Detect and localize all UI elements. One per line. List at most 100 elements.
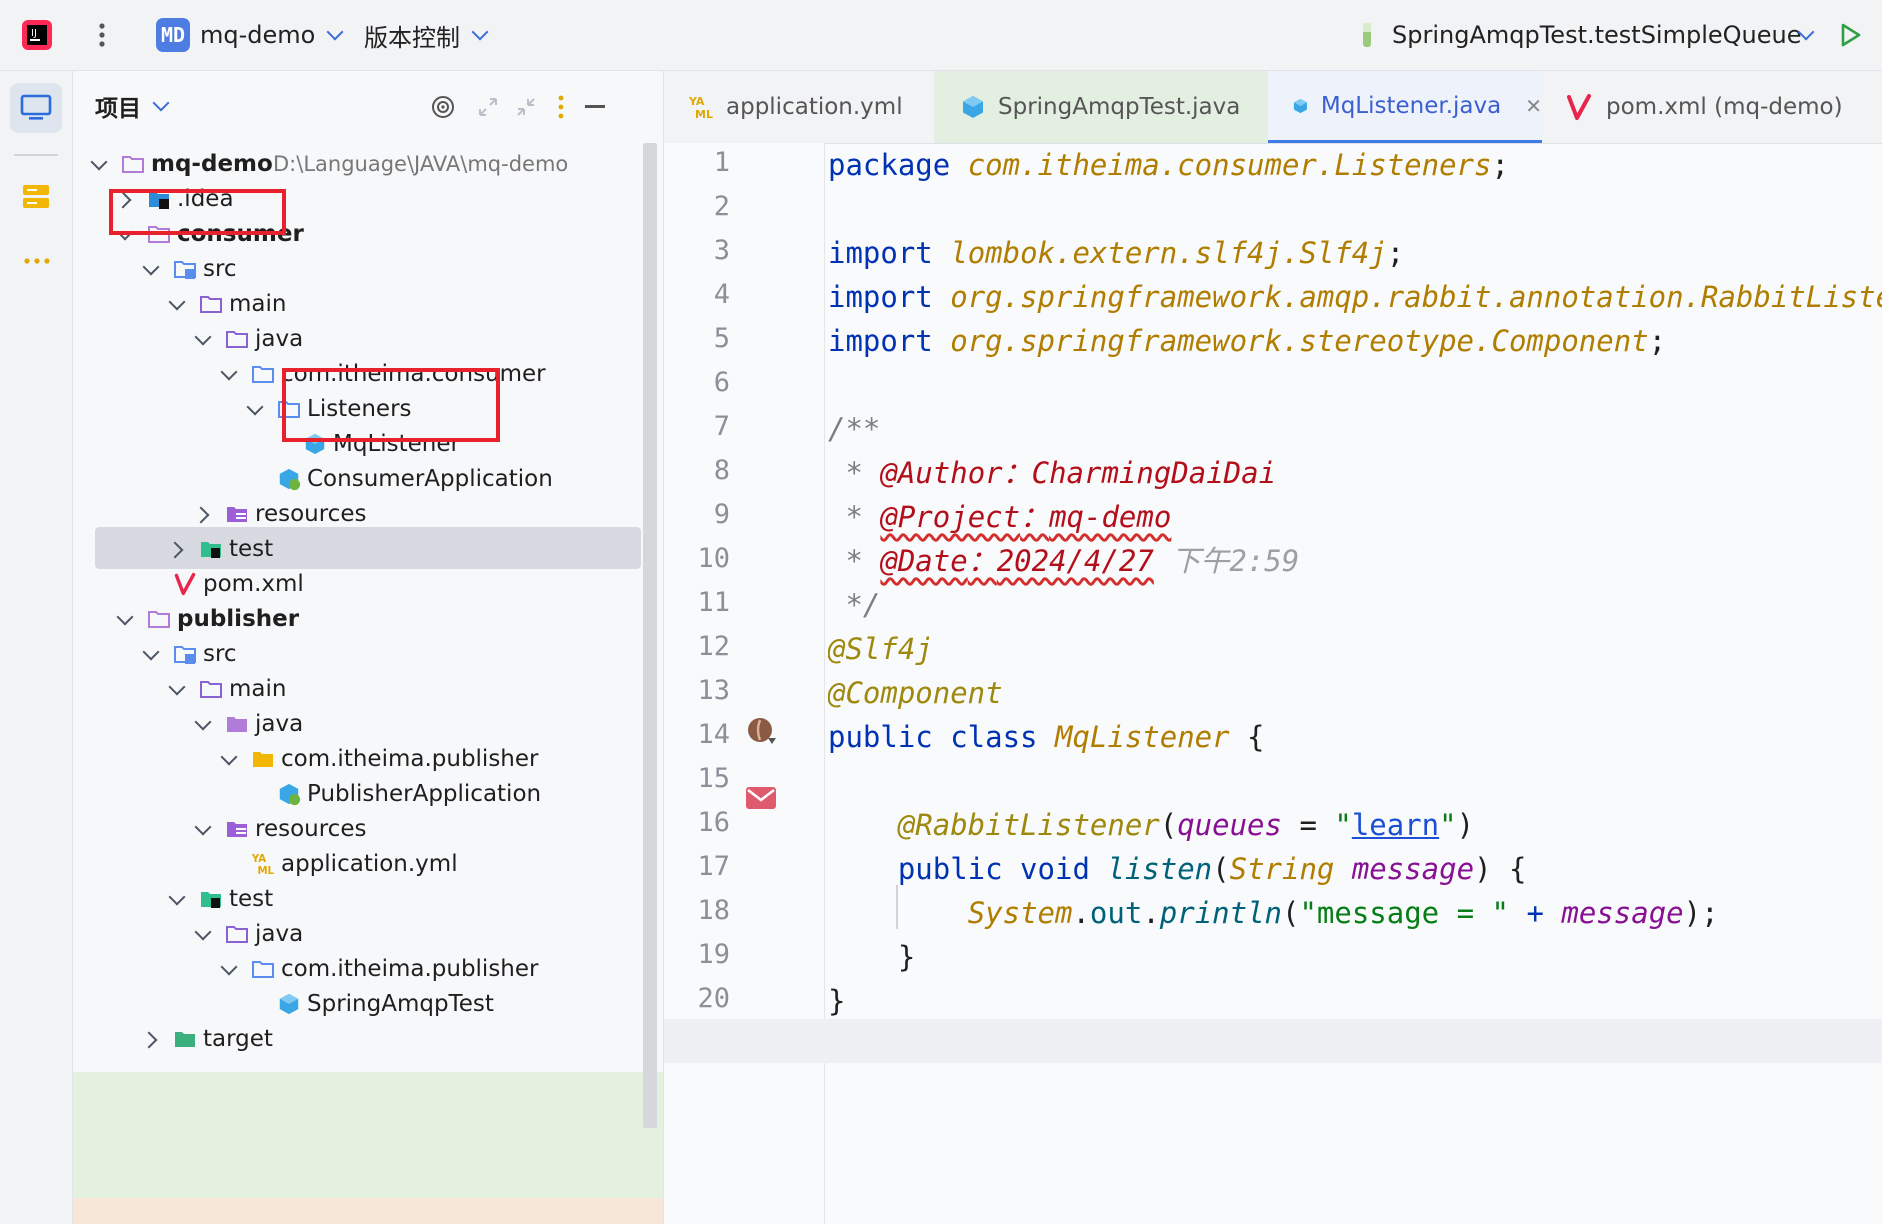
chevron-down-icon[interactable] <box>220 363 238 381</box>
folder-icon <box>199 677 223 701</box>
line-number: 17 <box>697 851 730 882</box>
source-folder-icon <box>173 257 197 281</box>
chevron-down-icon[interactable] <box>142 643 160 661</box>
chevron-down-icon[interactable] <box>220 958 238 976</box>
tab-application-yml[interactable]: YA ML application.yml <box>664 71 934 143</box>
line-number: 16 <box>697 807 730 838</box>
module-folder-icon <box>147 607 171 631</box>
tab-pom-xml[interactable]: pom.xml (mq-demo) <box>1542 71 1882 143</box>
chevron-down-icon[interactable] <box>246 398 264 416</box>
run-config-dropdown[interactable] <box>1786 0 1815 70</box>
chevron-down-icon[interactable] <box>142 258 160 276</box>
code-line-5: import org.springframework.stereotype.Co… <box>828 324 1667 358</box>
java-class-icon <box>1293 98 1307 113</box>
chevron-down-icon[interactable] <box>168 678 186 696</box>
chevron-down-icon <box>152 94 170 112</box>
minimize-icon[interactable] <box>585 104 605 110</box>
chevron-down-icon[interactable] <box>220 748 238 766</box>
database-icon <box>23 185 49 208</box>
line-number: 15 <box>697 763 730 794</box>
maven-icon <box>1567 94 1591 120</box>
tab-springamqptest-java[interactable]: SpringAmqpTest.java <box>934 71 1268 143</box>
test-folder-icon <box>199 537 223 561</box>
chevron-down-icon[interactable] <box>194 923 212 941</box>
listeners-highlight-box <box>282 368 500 442</box>
vcs-selector[interactable]: 版本控制 <box>364 0 489 70</box>
more-dots-icon <box>24 258 50 264</box>
tree-item-label: target <box>203 1026 273 1052</box>
svg-text:ML: ML <box>257 866 274 876</box>
close-tab-icon[interactable]: ✕ <box>1525 94 1542 118</box>
chevron-down-icon[interactable] <box>194 713 212 731</box>
project-tool-button[interactable] <box>10 83 62 133</box>
run-button[interactable] <box>1840 0 1862 70</box>
maven-icon <box>173 572 197 596</box>
java-class-icon <box>963 96 983 118</box>
source-root-icon <box>225 712 249 736</box>
tool-window-stripe <box>0 71 73 1224</box>
package-folder-icon <box>251 747 275 771</box>
line-number: 13 <box>697 675 730 706</box>
package-folder-icon <box>251 957 275 981</box>
run-config-selector[interactable]: SpringAmqpTest.testSimpleQueue <box>1360 0 1802 70</box>
line-number: 1 <box>713 147 730 178</box>
source-folder-icon <box>173 642 197 666</box>
svg-text:ML: ML <box>695 108 713 120</box>
spring-bean-icon[interactable] <box>746 716 778 748</box>
line-number: 2 <box>713 191 730 222</box>
options-icon[interactable] <box>557 94 565 120</box>
structure-tool-button[interactable] <box>20 181 52 217</box>
line-number: 19 <box>697 939 730 970</box>
resources-folder-icon <box>225 817 249 841</box>
more-tools-button[interactable] <box>22 251 52 270</box>
chevron-down-icon[interactable] <box>90 153 108 171</box>
yaml-icon: YAML <box>251 852 275 877</box>
chevron-down-icon[interactable] <box>168 888 186 906</box>
code-line-20: } <box>828 984 846 1018</box>
folder-icon <box>225 327 249 351</box>
code-content[interactable]: package com.itheima.consumer.Listeners; … <box>828 143 1882 1224</box>
line-number: 9 <box>713 499 730 530</box>
code-line-9: * @Project：mq-demo <box>828 500 1172 534</box>
java-class-icon <box>277 992 301 1016</box>
tree-scrollbar[interactable] <box>643 143 657 1128</box>
svg-text:YA: YA <box>688 95 705 108</box>
chevron-right-icon[interactable] <box>140 1031 158 1049</box>
code-line-1: package com.itheima.consumer.Listeners; <box>828 148 1509 182</box>
code-line-17: public void listen(String message) { <box>897 852 1527 886</box>
app-logo-icon[interactable]: IJ <box>20 0 54 70</box>
folder-icon <box>225 922 249 946</box>
chevron-down-icon[interactable] <box>194 328 212 346</box>
collapse-all-icon[interactable] <box>515 96 537 118</box>
project-name: mq-demo <box>200 21 316 49</box>
test-folder-icon <box>199 887 223 911</box>
tree-row[interactable]: target <box>73 1018 643 1060</box>
code-line-18: System.out.println("message = " + messag… <box>967 896 1719 930</box>
chevron-right-icon[interactable] <box>192 506 210 524</box>
spring-boot-class-icon <box>277 467 301 491</box>
tab-mqlistener-java[interactable]: MqListener.java ✕ <box>1268 71 1542 143</box>
chevron-down-icon[interactable] <box>194 818 212 836</box>
rabbit-listener-icon[interactable] <box>744 784 778 812</box>
code-line-10: * @Date：2024/4/27 下午2:59 <box>828 544 1300 578</box>
excluded-folder-icon <box>173 1027 197 1051</box>
chevron-down-icon[interactable] <box>116 608 134 626</box>
chevron-down-icon <box>1797 23 1815 41</box>
locate-icon[interactable] <box>431 95 455 119</box>
project-panel-header: 项目 <box>73 71 663 141</box>
line-number: 4 <box>713 279 730 310</box>
test-sources-highlight <box>73 1072 663 1198</box>
title-bar: IJ MD mq-demo 版本控制 SpringAmqpTest.testSi… <box>0 0 1882 71</box>
chevron-down-icon[interactable] <box>168 293 186 311</box>
chevron-right-icon[interactable] <box>166 541 184 559</box>
code-line-14: public class MqListener { <box>828 720 1265 754</box>
line-number: 11 <box>697 587 730 618</box>
project-selector[interactable]: MD mq-demo <box>156 0 344 70</box>
line-number: 7 <box>713 411 730 442</box>
main-menu-icon[interactable] <box>96 0 108 70</box>
spring-boot-class-icon <box>277 782 301 806</box>
expand-all-icon[interactable] <box>477 96 499 118</box>
code-line-11: */ <box>828 588 881 622</box>
line-number: 6 <box>713 367 730 398</box>
project-view-selector[interactable]: 项目 <box>95 71 170 141</box>
